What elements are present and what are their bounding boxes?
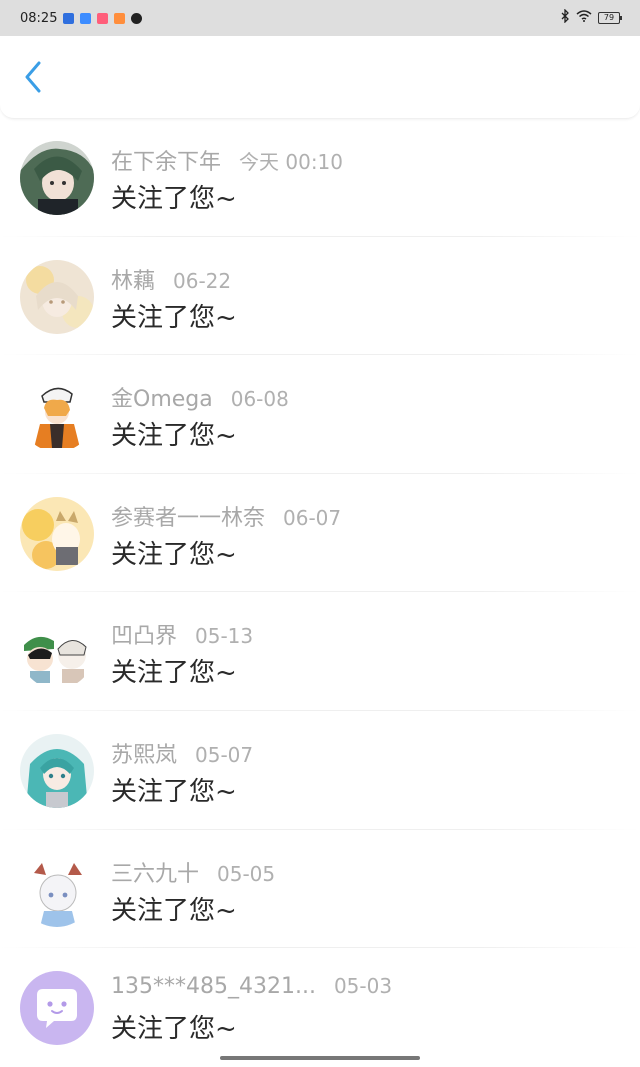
notification-header: 苏熙岚 05-07 xyxy=(111,737,253,769)
notification-header: 凹凸界 05-13 xyxy=(111,618,253,650)
avatar[interactable] xyxy=(20,852,94,927)
avatar[interactable] xyxy=(20,259,94,334)
follower-notification-list: 在下余下年 今天 00:10 关注了您~ 林藕 06-22 关注了您~ 金Ome… xyxy=(0,118,640,1067)
nav-header xyxy=(0,36,640,119)
notification-header: 林藕 06-22 xyxy=(111,263,231,295)
notification-time: 06-07 xyxy=(283,505,342,530)
notification-message: 关注了您~ xyxy=(111,658,237,689)
user-name[interactable]: 苏熙岚 xyxy=(111,743,177,768)
user-name[interactable]: 参赛者一一林奈 xyxy=(111,506,265,531)
avatar[interactable] xyxy=(20,733,94,808)
bluetooth-icon xyxy=(560,8,570,27)
list-item[interactable]: 林藕 06-22 关注了您~ xyxy=(0,237,640,356)
chevron-left-icon xyxy=(24,61,42,97)
list-item[interactable]: 三六九十 05-05 关注了您~ xyxy=(0,830,640,949)
notification-time: 05-03 xyxy=(333,974,393,999)
user-name[interactable]: 林藕 xyxy=(111,269,155,294)
app-notification-icon xyxy=(80,12,92,24)
user-name[interactable]: 在下余下年 xyxy=(111,150,221,175)
user-name[interactable]: 135***485_4321... xyxy=(111,974,316,999)
list-item[interactable]: 苏熙岚 05-07 关注了您~ xyxy=(0,711,640,830)
avatar[interactable] xyxy=(20,615,94,690)
wifi-icon xyxy=(576,10,592,26)
battery-icon: 79 xyxy=(598,12,622,24)
home-indicator[interactable] xyxy=(220,1056,420,1060)
notification-message: 关注了您~ xyxy=(111,1014,237,1045)
avatar[interactable] xyxy=(20,378,94,453)
notification-header: 三六九十 05-05 xyxy=(111,856,275,888)
notification-time: 05-05 xyxy=(217,861,276,886)
notification-time: 05-07 xyxy=(195,742,254,767)
notification-time: 06-08 xyxy=(230,387,289,412)
notification-message: 关注了您~ xyxy=(111,895,237,926)
list-item[interactable]: 金Omega 06-08 关注了您~ xyxy=(0,355,640,474)
notification-message: 关注了您~ xyxy=(111,776,237,807)
notification-header: 参赛者一一林奈 06-07 xyxy=(111,500,341,532)
user-name[interactable]: 凹凸界 xyxy=(111,624,177,649)
app-notification-icon xyxy=(131,12,143,24)
notification-header: 金Omega 06-08 xyxy=(111,381,289,413)
status-bar-left: 08:25 xyxy=(20,10,143,26)
notification-message: 关注了您~ xyxy=(111,539,237,570)
list-item[interactable]: 凹凸界 05-13 关注了您~ xyxy=(0,592,640,711)
avatar[interactable] xyxy=(20,141,94,215)
avatar[interactable] xyxy=(20,496,94,571)
user-name[interactable]: 金Omega xyxy=(111,387,213,412)
user-name[interactable]: 三六九十 xyxy=(111,862,199,887)
notification-time: 06-22 xyxy=(173,268,232,293)
avatar[interactable] xyxy=(20,971,94,1046)
app-notification-icon xyxy=(63,12,75,24)
notification-message: 关注了您~ xyxy=(111,184,237,214)
notification-time: 今天 00:10 xyxy=(239,150,344,174)
back-button[interactable] xyxy=(18,61,48,97)
app-notification-icon xyxy=(114,12,126,24)
app-notification-icon xyxy=(97,12,109,24)
status-bar: 08:25 79 xyxy=(0,0,640,36)
list-item[interactable]: 在下余下年 今天 00:10 关注了您~ xyxy=(0,118,640,237)
list-item[interactable]: 参赛者一一林奈 06-07 关注了您~ xyxy=(0,474,640,593)
notification-message: 关注了您~ xyxy=(111,302,237,333)
status-bar-right: 79 xyxy=(560,8,622,27)
notification-header: 135***485_4321... 05-03 xyxy=(111,974,392,999)
notification-time: 05-13 xyxy=(195,624,254,649)
notification-message: 关注了您~ xyxy=(111,421,237,452)
list-item[interactable]: 135***485_4321... 05-03 关注了您~ xyxy=(0,948,640,1067)
status-time: 08:25 xyxy=(20,10,58,26)
notification-header: 在下余下年 今天 00:10 xyxy=(111,144,343,176)
